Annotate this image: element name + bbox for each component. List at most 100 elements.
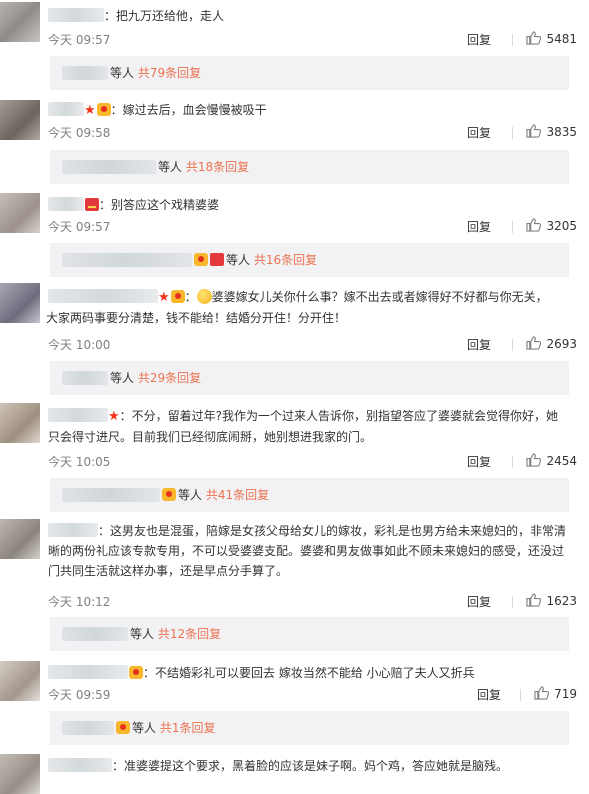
reply-button[interactable]: 回复 (477, 686, 501, 703)
comment-meta: 今天 09:58 回复 3835 (48, 124, 577, 142)
like-thumb-icon (526, 453, 542, 467)
avatar[interactable] (0, 754, 40, 794)
divider (512, 34, 513, 46)
username[interactable] (48, 665, 128, 679)
sub-replies-bar[interactable]: 等人 共79条回复 (50, 56, 569, 90)
like-count: 719 (554, 687, 577, 701)
star-badge-icon: ★ (158, 290, 170, 305)
comment-meta: 今天 09:57 回复 3205 (48, 218, 577, 236)
sub-replies-bar[interactable]: 等人 共16条回复 (50, 243, 569, 277)
reply-user-names (62, 371, 108, 385)
like-thumb-icon (526, 124, 542, 138)
reply-button[interactable]: 回复 (467, 124, 491, 141)
like-button[interactable]: 719 (534, 686, 577, 701)
sub-prefix: 等人 (110, 66, 135, 80)
sub-replies-bar[interactable]: 等人 共1条回复 (50, 711, 569, 745)
avatar[interactable] (0, 193, 40, 233)
comment-text-line-1: ：不分，留着过年?我作为一个过来人告诉你，别指望答应了婆婆就会觉得你好，她 (119, 409, 559, 423)
red-envelope-badge-icon (85, 198, 99, 211)
reply-user-names (62, 66, 108, 80)
like-count: 1623 (546, 594, 577, 608)
username[interactable] (48, 758, 112, 772)
like-thumb-icon (526, 31, 542, 45)
sub-prefix: 等人 (130, 627, 155, 641)
like-count: 2454 (546, 454, 577, 468)
more-replies-link[interactable]: 共12条回复 (158, 627, 221, 641)
comment-meta: 今天 10:12 回复 1623 (48, 593, 577, 611)
like-button[interactable]: 5481 (526, 31, 577, 46)
reply-user-names (62, 721, 114, 735)
sub-replies-bar[interactable]: 等人 共18条回复 (50, 150, 569, 184)
reply-button[interactable]: 回复 (467, 453, 491, 470)
sub-replies-bar[interactable]: 等人 共29条回复 (50, 361, 569, 395)
reply-button[interactable]: 回复 (467, 593, 491, 610)
emoji-icon (196, 289, 212, 304)
timestamp: 今天 10:12 (48, 595, 111, 609)
like-button[interactable]: 1623 (526, 593, 577, 608)
comment-text: ：准婆婆提这个要求，黑着脸的应该是妹子啊。妈个鸡，答应她就是脑残。 (112, 759, 509, 773)
avatar[interactable] (0, 661, 40, 701)
reply-button[interactable]: 回复 (467, 218, 491, 235)
comment-text-line-1: ：这男友也是混蛋，陪嫁是女孩父母给女儿的嫁妆，彩礼是也男方给未来媳妇的，非常清 (98, 524, 567, 538)
divider (512, 456, 513, 468)
like-thumb-icon (526, 336, 542, 350)
comment-text: ：把九万还给他，走人 (104, 9, 225, 23)
sub-replies-bar[interactable]: 等人 共12条回复 (50, 617, 569, 651)
timestamp: 今天 10:00 (48, 338, 111, 352)
like-count: 3205 (546, 219, 577, 233)
username[interactable] (48, 197, 84, 211)
avatar[interactable] (0, 403, 40, 443)
sub-prefix: 等人 (158, 160, 183, 174)
sub-replies-bar[interactable]: 等人 共41条回复 (50, 478, 569, 512)
more-replies-link[interactable]: 共41条回复 (206, 488, 269, 502)
comment-text-line-2: 晰的两份礼应该专款专用，不可以受婆婆支配。婆婆和男友做事如此不顾未来媳妇的感受，… (48, 544, 565, 558)
vip-badge-icon (116, 721, 130, 734)
reply-button[interactable]: 回复 (467, 336, 491, 353)
username[interactable] (48, 523, 98, 537)
divider (512, 596, 513, 608)
like-count: 5481 (546, 32, 577, 46)
username[interactable] (48, 289, 158, 303)
vip-badge-icon (162, 488, 176, 501)
comment-meta: 今天 09:57 回复 5481 (48, 31, 577, 49)
vip-badge-icon (129, 666, 143, 679)
timestamp: 今天 09:57 (48, 33, 111, 47)
vip-badge-icon (170, 290, 185, 303)
username[interactable] (48, 8, 104, 22)
username[interactable] (48, 102, 84, 116)
comment-text: ：嫁过去后，血会慢慢被吸干 (110, 103, 267, 117)
reply-button[interactable]: 回复 (467, 31, 491, 48)
timestamp: 今天 09:59 (48, 688, 111, 702)
like-button[interactable]: 3205 (526, 218, 577, 233)
comment-text: ：别答应这个戏精婆婆 (99, 198, 220, 212)
avatar[interactable] (0, 519, 40, 559)
like-button[interactable]: 2693 (526, 336, 577, 351)
comment-text-line-3: 门共同生活就这样办事，还是早点分手算了。 (48, 564, 289, 578)
like-button[interactable]: 2454 (526, 453, 577, 468)
more-replies-link[interactable]: 共29条回复 (138, 371, 201, 385)
like-thumb-icon (526, 218, 542, 232)
like-button[interactable]: 3835 (526, 124, 577, 139)
sub-prefix: 等人 (178, 488, 203, 502)
avatar[interactable] (0, 2, 40, 42)
more-replies-link[interactable]: 共18条回复 (186, 160, 249, 174)
divider (512, 221, 513, 233)
username[interactable] (48, 408, 108, 422)
reply-user-names (62, 160, 156, 174)
star-badge-icon: ★ (108, 409, 120, 424)
reply-user-names (62, 253, 192, 267)
like-thumb-icon (534, 686, 550, 700)
more-replies-link[interactable]: 共16条回复 (254, 253, 317, 267)
avatar[interactable] (0, 100, 40, 140)
avatar[interactable] (0, 283, 40, 323)
divider (512, 339, 513, 351)
more-replies-link[interactable]: 共79条回复 (138, 66, 201, 80)
more-replies-link[interactable]: 共1条回复 (160, 721, 216, 735)
vip-badge-icon (96, 103, 111, 116)
sub-prefix: 等人 (226, 253, 251, 267)
reply-user-names (62, 627, 128, 641)
like-count: 2693 (546, 337, 577, 351)
timestamp: 今天 09:58 (48, 126, 111, 140)
timestamp: 今天 09:57 (48, 220, 111, 234)
comment-meta: 今天 10:05 回复 2454 (48, 453, 577, 471)
